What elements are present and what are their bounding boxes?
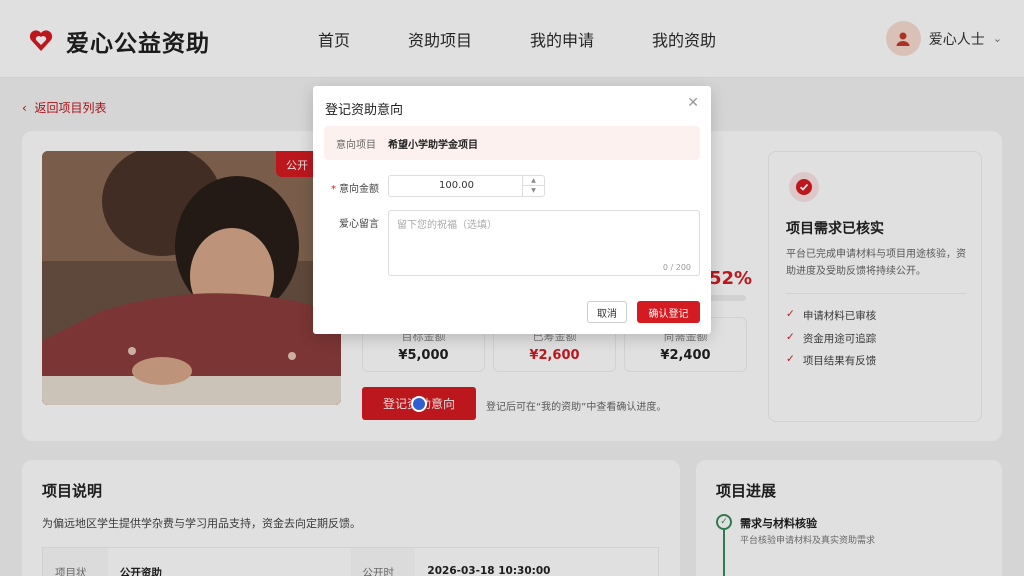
required-mark: * (331, 184, 336, 195)
amount-stepper[interactable]: 100.00 ▲ ▼ (388, 175, 545, 197)
message-textarea[interactable]: 留下您的祝福（选填） 0 / 200 (388, 210, 700, 276)
amount-label-text: 意向金额 (339, 184, 379, 195)
decrement-icon[interactable]: ▼ (523, 186, 544, 196)
confirm-button[interactable]: 确认登记 (637, 301, 700, 323)
amount-input[interactable]: 100.00 (389, 176, 524, 196)
intent-dialog: 登记资助意向 ✕ 意向项目 希望小学助学金项目 * 意向金额 100.00 ▲ ▼… (313, 86, 711, 334)
project-label: 意向项目 (336, 139, 376, 151)
project-name: 希望小学助学金项目 (388, 139, 478, 151)
message-placeholder: 留下您的祝福（选填） (397, 220, 497, 231)
amount-label: * 意向金额 (313, 180, 379, 195)
dialog-title: 登记资助意向 (325, 103, 404, 118)
increment-icon[interactable]: ▲ (523, 176, 544, 186)
close-icon[interactable]: ✕ (687, 95, 699, 111)
message-label: 爱心留言 (339, 219, 379, 230)
mouse-cursor (411, 396, 427, 412)
project-summary: 意向项目 希望小学助学金项目 (324, 126, 700, 160)
cancel-button[interactable]: 取消 (587, 301, 627, 323)
stepper-buttons: ▲ ▼ (522, 176, 544, 196)
char-counter: 0 / 200 (662, 263, 691, 272)
